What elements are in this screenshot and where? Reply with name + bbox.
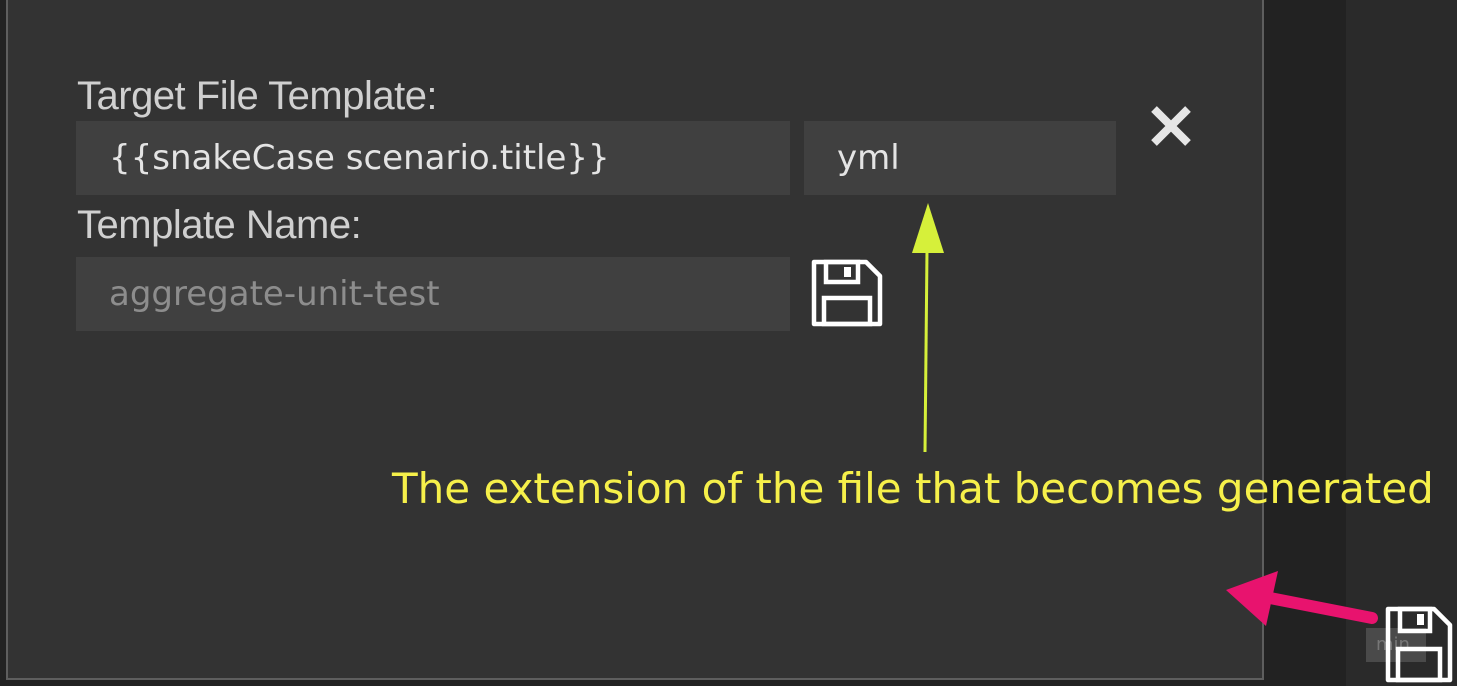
- target-file-template-label: Target File Template:: [77, 74, 438, 118]
- close-icon[interactable]: [1146, 101, 1196, 151]
- annotation-text: The extension of the file that becomes g…: [392, 464, 1434, 513]
- template-name-input[interactable]: aggregate-unit-test: [76, 257, 790, 331]
- template-name-label: Template Name:: [77, 203, 362, 247]
- template-editor-panel: Target File Template: {{snakeCase scenar…: [6, 0, 1264, 680]
- background-strip: [1346, 0, 1457, 686]
- floppy-disk-icon[interactable]: [808, 258, 886, 330]
- screen: Target File Template: {{snakeCase scenar…: [0, 0, 1457, 686]
- file-extension-input[interactable]: yml: [804, 121, 1116, 195]
- target-file-template-input[interactable]: {{snakeCase scenario.title}}: [76, 121, 790, 195]
- external-floppy-disk-icon[interactable]: [1384, 604, 1457, 686]
